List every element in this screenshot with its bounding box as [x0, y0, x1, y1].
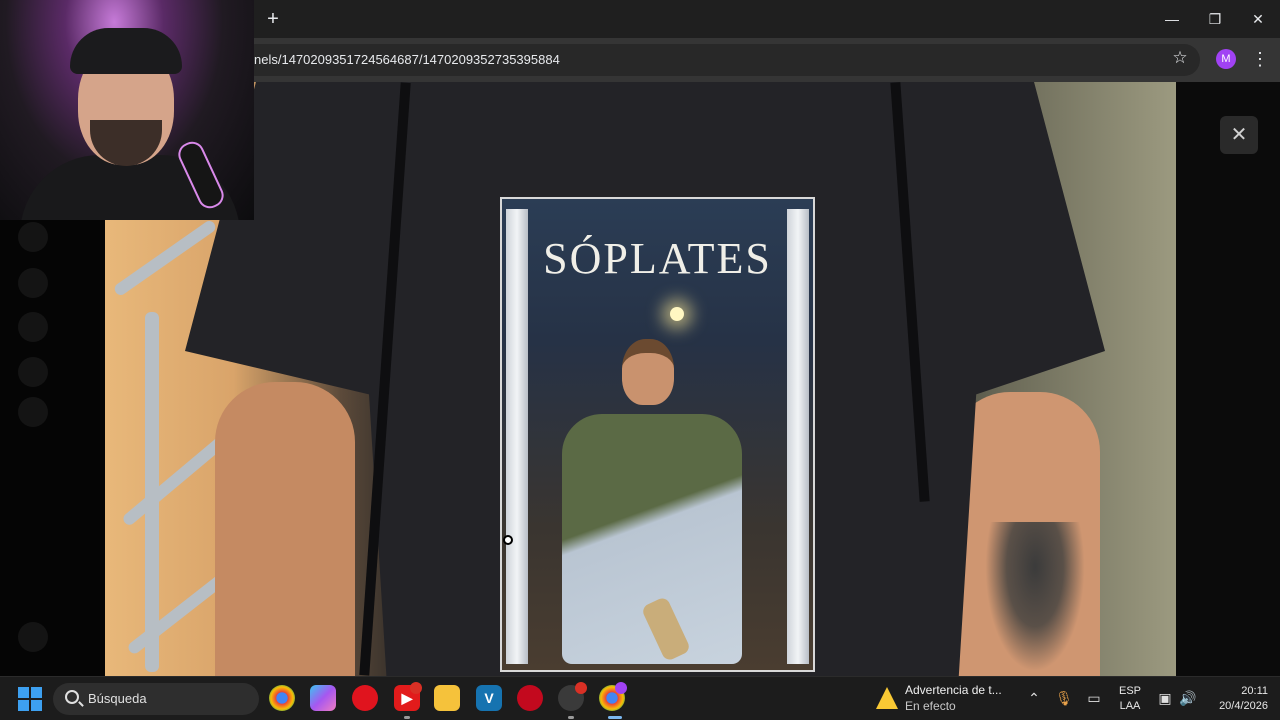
windows-start-icon[interactable] [18, 687, 42, 711]
mouse-cursor [503, 535, 513, 545]
clock-time: 20:11 [1241, 685, 1268, 697]
shirt-print: SÓPLATES [500, 197, 815, 672]
language-code: ESP [1118, 685, 1141, 697]
running-indicator [404, 716, 410, 719]
taskbar: Búsqueda ▶ V Advertencia de t... En efec… [0, 676, 1280, 720]
dimmed-sidebar-icon [18, 312, 48, 342]
chrome-icon[interactable] [269, 685, 295, 711]
close-window-button[interactable]: ✕ [1238, 6, 1278, 32]
profile-badge [615, 682, 627, 694]
keyboard-icon[interactable]: ▭ [1084, 687, 1104, 709]
dimmed-sidebar-icon [18, 357, 48, 387]
notification-subtitle: En efecto [905, 699, 956, 713]
taskbar-clock[interactable]: 20:11 20/4/2026 [1204, 684, 1268, 714]
clock-date: 20/4/2026 [1219, 700, 1268, 712]
recording-badge [575, 682, 587, 694]
chevron-up-icon[interactable]: ⌃ [1024, 687, 1044, 709]
close-viewer-button[interactable]: ✕ [1220, 116, 1258, 154]
search-icon [65, 690, 79, 704]
microphone-tray-icon[interactable]: 🎙 [1054, 687, 1074, 709]
left-arm [215, 382, 355, 676]
dimmed-sidebar-icon [18, 222, 48, 252]
search-placeholder: Búsqueda [88, 691, 147, 706]
language-layout: LAA [1119, 700, 1141, 712]
warning-icon[interactable] [876, 687, 898, 709]
active-indicator [608, 716, 622, 719]
network-icon[interactable]: ▣ [1155, 687, 1175, 709]
street-lamp [670, 307, 684, 321]
arm-tattoo [985, 522, 1085, 672]
minimize-button[interactable]: — [1152, 6, 1192, 32]
bookmark-star-icon[interactable]: ☆ [1170, 48, 1190, 68]
profile-avatar[interactable]: M [1216, 49, 1236, 69]
dimmed-user-avatar [18, 622, 48, 652]
opera-gx-icon[interactable] [517, 685, 543, 711]
viewed-photo: SÓPLATES [105, 82, 1176, 676]
webcam-overlay [0, 0, 254, 220]
notification-badge [410, 682, 422, 694]
address-url[interactable]: nels/1470209351724564687/147020935273539… [254, 52, 560, 67]
taskbar-search[interactable]: Búsqueda [53, 683, 259, 715]
opera-icon[interactable] [352, 685, 378, 711]
dimmed-sidebar-icon [18, 397, 48, 427]
desktop-screen: + — ❐ ✕ nels/1470209351724564687/1470209… [0, 0, 1280, 720]
browser-menu-icon[interactable]: ⋮ [1250, 47, 1270, 71]
volume-icon[interactable]: 🔊 [1178, 687, 1198, 709]
webcam-headphones [70, 28, 182, 74]
copilot-icon[interactable] [310, 685, 336, 711]
railing [112, 218, 218, 298]
file-explorer-icon[interactable] [434, 685, 460, 711]
language-indicator[interactable]: ESP LAA [1116, 684, 1144, 714]
print-figure-head [622, 339, 674, 405]
notification-title[interactable]: Advertencia de t... [905, 683, 1002, 697]
address-bar[interactable]: nels/1470209351724564687/147020935273539… [240, 44, 1200, 76]
new-tab-button[interactable]: + [262, 8, 284, 30]
print-title: SÓPLATES [543, 234, 772, 283]
restore-button[interactable]: ❐ [1195, 6, 1235, 32]
vegas-icon[interactable]: V [476, 685, 502, 711]
dimmed-sidebar-icon [18, 268, 48, 298]
running-indicator [568, 716, 574, 719]
